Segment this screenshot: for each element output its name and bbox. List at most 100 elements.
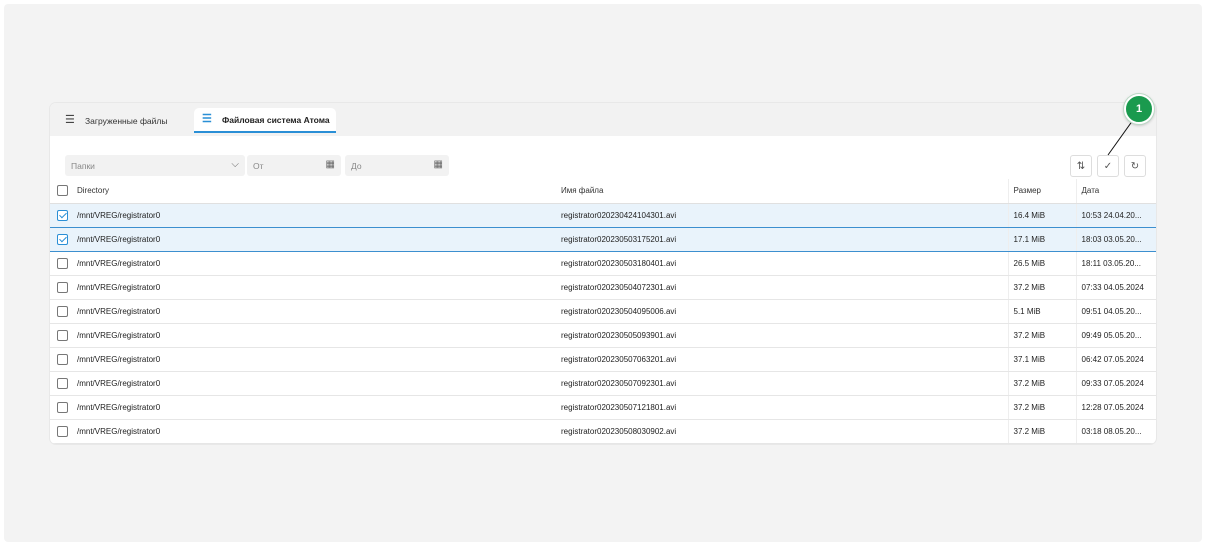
row-directory: /mnt/VREG/registrator0 xyxy=(75,347,541,372)
date-from-field[interactable]: От ▦ xyxy=(247,155,341,176)
row-directory: /mnt/VREG/registrator0 xyxy=(75,419,541,444)
tab-atom-filesystem[interactable]: ☰ Файловая система Атома xyxy=(194,108,336,133)
row-directory: /mnt/VREG/registrator0 xyxy=(75,251,541,276)
header-size[interactable]: Размер xyxy=(1007,179,1076,204)
tab-bar: ☰ Загруженные файлы ☰ Файловая система А… xyxy=(50,103,1156,136)
folders-placeholder: Папки xyxy=(71,160,95,171)
chevron-down-icon: ⌵ xyxy=(231,159,239,170)
row-checkbox[interactable] xyxy=(57,425,68,437)
row-checkbox[interactable] xyxy=(57,329,68,341)
row-filename: registrator020230507092301.avi xyxy=(541,371,1008,396)
row-size: 37.2 MiB xyxy=(1007,395,1076,420)
header-directory[interactable]: Directory xyxy=(75,179,541,204)
row-filename: registrator020230503180401.avi xyxy=(541,251,1008,276)
transfer-button[interactable]: ⇅ xyxy=(1070,155,1092,177)
refresh-icon: ↻ xyxy=(1130,160,1140,172)
tab-label: Загруженные файлы xyxy=(85,115,168,126)
row-date: 18:11 03.05.20... xyxy=(1075,251,1156,276)
row-checkbox[interactable] xyxy=(57,353,68,365)
double-check-icon: ✓ xyxy=(1103,160,1113,172)
calendar-icon[interactable]: ▦ xyxy=(434,159,443,170)
refresh-button[interactable]: ↻ xyxy=(1124,155,1146,177)
row-date: 09:49 05.05.20... xyxy=(1075,323,1156,348)
row-date: 12:28 07.05.2024 xyxy=(1075,395,1156,420)
row-checkbox-cell xyxy=(50,251,75,276)
row-date: 07:33 04.05.2024 xyxy=(1075,275,1156,300)
row-checkbox-cell xyxy=(50,299,75,324)
row-filename: registrator020230424104301.avi xyxy=(541,202,1008,228)
row-date: 03:18 08.05.20... xyxy=(1075,419,1156,444)
row-size: 37.1 MiB xyxy=(1007,347,1076,372)
row-filename: registrator020230507121801.avi xyxy=(541,395,1008,420)
row-checkbox[interactable] xyxy=(57,401,68,413)
header-date[interactable]: Дата xyxy=(1075,179,1156,204)
table-row[interactable]: /mnt/VREG/registrator0 registrator0202305… xyxy=(50,323,1156,348)
row-checkbox-cell xyxy=(50,371,75,396)
row-checkbox-cell xyxy=(50,323,75,348)
menu-icon: ☰ xyxy=(202,113,212,125)
row-size: 37.2 MiB xyxy=(1007,275,1076,300)
row-size: 5.1 MiB xyxy=(1007,299,1076,324)
row-filename: registrator020230505093901.avi xyxy=(541,323,1008,348)
tab-label: Файловая система Атома xyxy=(222,114,330,125)
tab-uploaded-files[interactable]: ☰ Загруженные файлы xyxy=(65,108,167,133)
date-from-placeholder: От xyxy=(253,160,264,171)
row-directory: /mnt/VREG/registrator0 xyxy=(75,299,541,324)
files-panel: ☰ Загруженные файлы ☰ Файловая система А… xyxy=(50,103,1156,444)
row-directory: /mnt/VREG/registrator0 xyxy=(75,227,541,252)
transfer-icon: ⇅ xyxy=(1076,160,1086,172)
date-to-field[interactable]: До ▦ xyxy=(345,155,449,176)
row-size: 37.2 MiB xyxy=(1007,323,1076,348)
row-checkbox[interactable] xyxy=(57,281,68,293)
date-to-placeholder: До xyxy=(351,160,362,171)
folders-select[interactable]: Папки ⌵ xyxy=(65,155,245,176)
row-checkbox[interactable] xyxy=(57,305,68,317)
row-size: 26.5 MiB xyxy=(1007,251,1076,276)
row-size: 17.1 MiB xyxy=(1007,227,1076,252)
files-table: Directory Имя файла Размер Дата /mnt/VRE… xyxy=(50,179,1156,444)
table-row[interactable]: /mnt/VREG/registrator0 registrator0202305… xyxy=(50,227,1156,252)
row-filename: registrator020230503175201.avi xyxy=(541,227,1008,252)
list-icon: ☰ xyxy=(65,114,75,126)
select-all-checkbox[interactable] xyxy=(57,185,68,197)
calendar-icon[interactable]: ▦ xyxy=(326,159,335,170)
row-filename: registrator020230508030902.avi xyxy=(541,419,1008,444)
row-checkbox-cell xyxy=(50,419,75,444)
table-row[interactable]: /mnt/VREG/registrator0 registrator0202304… xyxy=(50,202,1156,228)
row-filename: registrator020230504095006.avi xyxy=(541,299,1008,324)
row-checkbox[interactable] xyxy=(57,209,68,221)
table-row[interactable]: /mnt/VREG/registrator0 registrator0202305… xyxy=(50,371,1156,396)
annotation-badge: 1 xyxy=(1124,94,1154,124)
row-checkbox[interactable] xyxy=(57,377,68,389)
row-size: 37.2 MiB xyxy=(1007,371,1076,396)
row-date: 09:33 07.05.2024 xyxy=(1075,371,1156,396)
select-all-button[interactable]: ✓ xyxy=(1097,155,1119,177)
row-directory: /mnt/VREG/registrator0 xyxy=(75,323,541,348)
row-checkbox[interactable] xyxy=(57,233,68,245)
table-row[interactable]: /mnt/VREG/registrator0 registrator0202305… xyxy=(50,419,1156,444)
table-row[interactable]: /mnt/VREG/registrator0 registrator0202305… xyxy=(50,347,1156,372)
row-date: 06:42 07.05.2024 xyxy=(1075,347,1156,372)
row-checkbox-cell xyxy=(50,275,75,300)
table-row[interactable]: /mnt/VREG/registrator0 registrator0202305… xyxy=(50,299,1156,324)
row-directory: /mnt/VREG/registrator0 xyxy=(75,202,541,228)
table-row[interactable]: /mnt/VREG/registrator0 registrator0202305… xyxy=(50,395,1156,420)
row-directory: /mnt/VREG/registrator0 xyxy=(75,275,541,300)
row-directory: /mnt/VREG/registrator0 xyxy=(75,371,541,396)
row-size: 37.2 MiB xyxy=(1007,419,1076,444)
row-checkbox[interactable] xyxy=(57,257,68,269)
row-date: 18:03 03.05.20... xyxy=(1075,227,1156,252)
row-directory: /mnt/VREG/registrator0 xyxy=(75,395,541,420)
header-filename[interactable]: Имя файла xyxy=(541,179,1008,204)
table-header-row: Directory Имя файла Размер Дата xyxy=(50,179,1156,204)
header-checkbox-cell xyxy=(50,179,75,204)
row-size: 16.4 MiB xyxy=(1007,202,1076,228)
table-row[interactable]: /mnt/VREG/registrator0 registrator0202305… xyxy=(50,275,1156,300)
row-checkbox-cell xyxy=(50,395,75,420)
row-date: 09:51 04.05.20... xyxy=(1075,299,1156,324)
row-filename: registrator020230504072301.avi xyxy=(541,275,1008,300)
table-row[interactable]: /mnt/VREG/registrator0 registrator0202305… xyxy=(50,251,1156,276)
row-checkbox-cell xyxy=(50,227,75,252)
row-filename: registrator020230507063201.avi xyxy=(541,347,1008,372)
row-checkbox-cell xyxy=(50,202,75,228)
